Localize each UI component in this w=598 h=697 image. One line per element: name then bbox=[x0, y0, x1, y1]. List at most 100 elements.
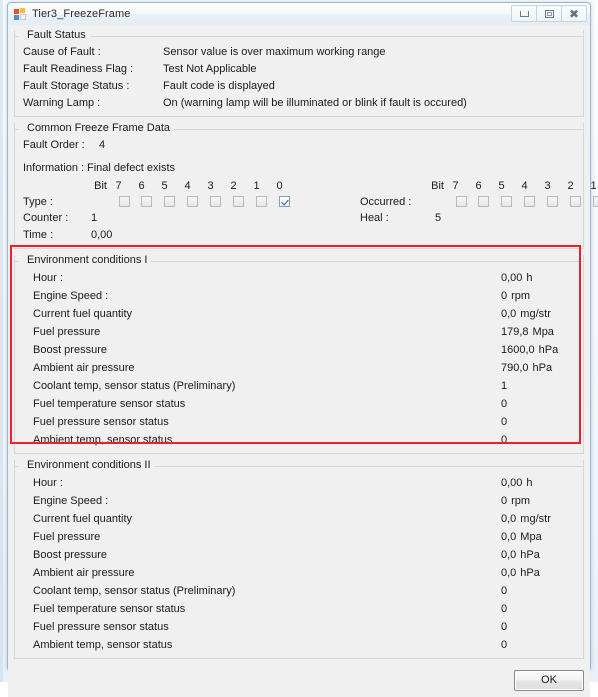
value-time: 0,00 bbox=[91, 229, 113, 241]
env2-row-current-fuel-quantity: Current fuel quantity 0,0 mg/str bbox=[23, 510, 575, 528]
env2-unit-ambient-air-pressure: hPa bbox=[520, 567, 540, 579]
label-information: Information : bbox=[23, 162, 85, 174]
env2-label-engine-speed: Engine Speed : bbox=[33, 495, 109, 507]
checkbox-occurred-bit-4[interactable] bbox=[524, 196, 535, 207]
group-fault-status-header: Fault Status bbox=[15, 29, 583, 43]
bit-row-occurred: Occurred : bbox=[360, 193, 598, 210]
env1-value-fuel-pressure-sensor-status: 0 bbox=[501, 416, 508, 428]
label-counter: Counter : bbox=[23, 212, 69, 224]
env1-row-boost-pressure: Boost pressure 1600,0 hPa bbox=[23, 341, 575, 359]
checkbox-type-bit-7[interactable] bbox=[119, 196, 130, 207]
checkbox-type-bit-5[interactable] bbox=[164, 196, 175, 207]
checkbox-occurred-bit-1[interactable] bbox=[593, 196, 598, 207]
checkbox-type-bit-2[interactable] bbox=[233, 196, 244, 207]
env2-unit-current-fuel-quantity: mg/str bbox=[520, 513, 551, 525]
env2-row-ambient-temp-sensor-status: Ambient temp, sensor status 0 bbox=[23, 636, 575, 654]
checkbox-occurred-bit-6[interactable] bbox=[478, 196, 489, 207]
env2-row-coolant-temp-sensor-status: Coolant temp, sensor status (Preliminary… bbox=[23, 582, 575, 600]
env2-unit-hour: h bbox=[526, 477, 533, 489]
checkbox-occurred-bit-3[interactable] bbox=[547, 196, 558, 207]
env1-value-current-fuel-quantity: 0,0 bbox=[501, 308, 517, 320]
env1-label-engine-speed: Engine Speed : bbox=[33, 290, 109, 302]
row-heal: Heal : 5 bbox=[360, 210, 598, 227]
row-counter: Counter : 1 bbox=[23, 210, 296, 227]
env2-row-ambient-air-pressure: Ambient air pressure 0,0 hPa bbox=[23, 564, 575, 582]
env1-unit-engine-speed: rpm bbox=[511, 290, 531, 302]
group-environment-2-body: Hour : 0,00 h Engine Speed : 0 rpm Current… bbox=[15, 473, 583, 654]
env1-row-fuel-pressure-sensor-status: Fuel pressure sensor status 0 bbox=[23, 413, 575, 431]
checkbox-occurred-bit-2[interactable] bbox=[570, 196, 581, 207]
env1-label-boost-pressure: Boost pressure bbox=[33, 344, 107, 356]
bit-number-7: 7 bbox=[115, 180, 122, 192]
close-icon[interactable]: ✖ bbox=[561, 5, 587, 22]
window-controls: ✖ bbox=[511, 5, 587, 22]
occ-bit-number-2: 2 bbox=[567, 180, 574, 192]
checkbox-type-bit-3[interactable] bbox=[210, 196, 221, 207]
maximize-icon[interactable] bbox=[536, 5, 562, 22]
bit-number-1: 1 bbox=[253, 180, 260, 192]
env1-row-hour: Hour : 0,00 h bbox=[23, 269, 575, 287]
occ-bit-number-1: 1 bbox=[590, 180, 597, 192]
env2-label-fuel-temperature-sensor-status: Fuel temperature sensor status bbox=[33, 603, 186, 615]
window-client-area: Fault Status Cause of Fault : Sensor val… bbox=[8, 25, 598, 697]
window-title: Tier3_FreezeFrame bbox=[32, 8, 131, 20]
bit-header-occurred: Bit 7 6 5 4 3 2 1 0 bbox=[360, 179, 598, 193]
label-warning-lamp: Warning Lamp : bbox=[23, 97, 101, 109]
env1-row-fuel-temperature-sensor-status: Fuel temperature sensor status 0 bbox=[23, 395, 575, 413]
env1-label-fuel-temperature-sensor-status: Fuel temperature sensor status bbox=[33, 398, 186, 410]
env1-label-coolant-temp-sensor-status: Coolant temp, sensor status (Preliminary… bbox=[33, 380, 236, 392]
env2-value-boost-pressure: 0,0 bbox=[501, 549, 517, 561]
env1-label-ambient-temp-sensor-status: Ambient temp, sensor status bbox=[33, 434, 173, 446]
window-titlebar[interactable]: Tier3_FreezeFrame ✖ bbox=[8, 3, 590, 25]
env2-label-fuel-pressure-sensor-status: Fuel pressure sensor status bbox=[33, 621, 169, 633]
env2-value-ambient-air-pressure: 0,0 bbox=[501, 567, 517, 579]
value-counter: 1 bbox=[91, 212, 98, 224]
group-common-freeze-frame-header: Common Freeze Frame Data bbox=[15, 122, 583, 136]
env1-label-hour: Hour : bbox=[33, 272, 63, 284]
bit-panel-occurred: Bit 7 6 5 4 3 2 1 0 Occurred : bbox=[360, 179, 598, 244]
label-fault-readiness-flag: Fault Readiness Flag : bbox=[23, 63, 134, 75]
env2-row-fuel-temperature-sensor-status: Fuel temperature sensor status 0 bbox=[23, 600, 575, 618]
checkbox-type-bit-0[interactable] bbox=[279, 196, 290, 207]
occ-bit-number-6: 6 bbox=[475, 180, 482, 192]
group-environment-conditions-2: Environment conditions II Hour : 0,00 h E… bbox=[14, 459, 584, 659]
env2-value-hour: 0,00 bbox=[501, 477, 523, 489]
env1-label-fuel-pressure: Fuel pressure bbox=[33, 326, 101, 338]
checkbox-type-bit-1[interactable] bbox=[256, 196, 267, 207]
env1-value-coolant-temp-sensor-status: 1 bbox=[501, 380, 508, 392]
minimize-icon[interactable] bbox=[511, 5, 537, 22]
env2-row-engine-speed: Engine Speed : 0 rpm bbox=[23, 492, 575, 510]
env1-value-fuel-pressure: 179,8 bbox=[501, 326, 529, 338]
group-fault-status: Fault Status Cause of Fault : Sensor val… bbox=[14, 29, 584, 117]
env2-value-coolant-temp-sensor-status: 0 bbox=[501, 585, 508, 597]
env1-row-fuel-pressure: Fuel pressure 179,8 Mpa bbox=[23, 323, 575, 341]
group-common-freeze-frame: Common Freeze Frame Data Fault Order : 4… bbox=[14, 122, 598, 249]
group-environment-2-title: Environment conditions II bbox=[27, 459, 151, 471]
env1-value-hour: 0,00 bbox=[501, 272, 523, 284]
env2-row-boost-pressure: Boost pressure 0,0 hPa bbox=[23, 546, 575, 564]
group-fault-status-title: Fault Status bbox=[27, 29, 86, 41]
occ-bit-number-5: 5 bbox=[498, 180, 505, 192]
value-heal: 5 bbox=[435, 212, 442, 224]
checkbox-type-bit-6[interactable] bbox=[141, 196, 152, 207]
checkbox-occurred-bit-5[interactable] bbox=[501, 196, 512, 207]
checkbox-occurred-bit-7[interactable] bbox=[456, 196, 467, 207]
env1-row-engine-speed: Engine Speed : 0 rpm bbox=[23, 287, 575, 305]
ok-button[interactable]: OK bbox=[514, 670, 584, 691]
row-fault-order: Fault Order : 4 bbox=[23, 137, 575, 154]
env2-value-ambient-temp-sensor-status: 0 bbox=[501, 639, 508, 651]
bit-panel-type: Bit 7 6 5 4 3 2 1 0 Type : Counter: 1 T… bbox=[23, 179, 296, 244]
label-fault-storage-status: Fault Storage Status : bbox=[23, 80, 130, 92]
env1-value-boost-pressure: 1600,0 bbox=[501, 344, 535, 356]
env2-label-current-fuel-quantity: Current fuel quantity bbox=[33, 513, 133, 525]
env1-value-fuel-temperature-sensor-status: 0 bbox=[501, 398, 508, 410]
checkbox-type-bit-4[interactable] bbox=[187, 196, 198, 207]
app-icon bbox=[13, 7, 27, 21]
env2-row-fuel-pressure: Fuel pressure 0,0 Mpa bbox=[23, 528, 575, 546]
bit-word-type: Bit bbox=[94, 180, 107, 192]
group-environment-1-header: Environment conditions I bbox=[15, 254, 583, 268]
env1-value-ambient-temp-sensor-status: 0 bbox=[501, 434, 508, 446]
group-common-freeze-frame-body: Fault Order : 4 Information : Final defe… bbox=[15, 136, 598, 244]
group-common-freeze-frame-title: Common Freeze Frame Data bbox=[27, 122, 171, 134]
env1-row-ambient-air-pressure: Ambient air pressure 790,0 hPa bbox=[23, 359, 575, 377]
